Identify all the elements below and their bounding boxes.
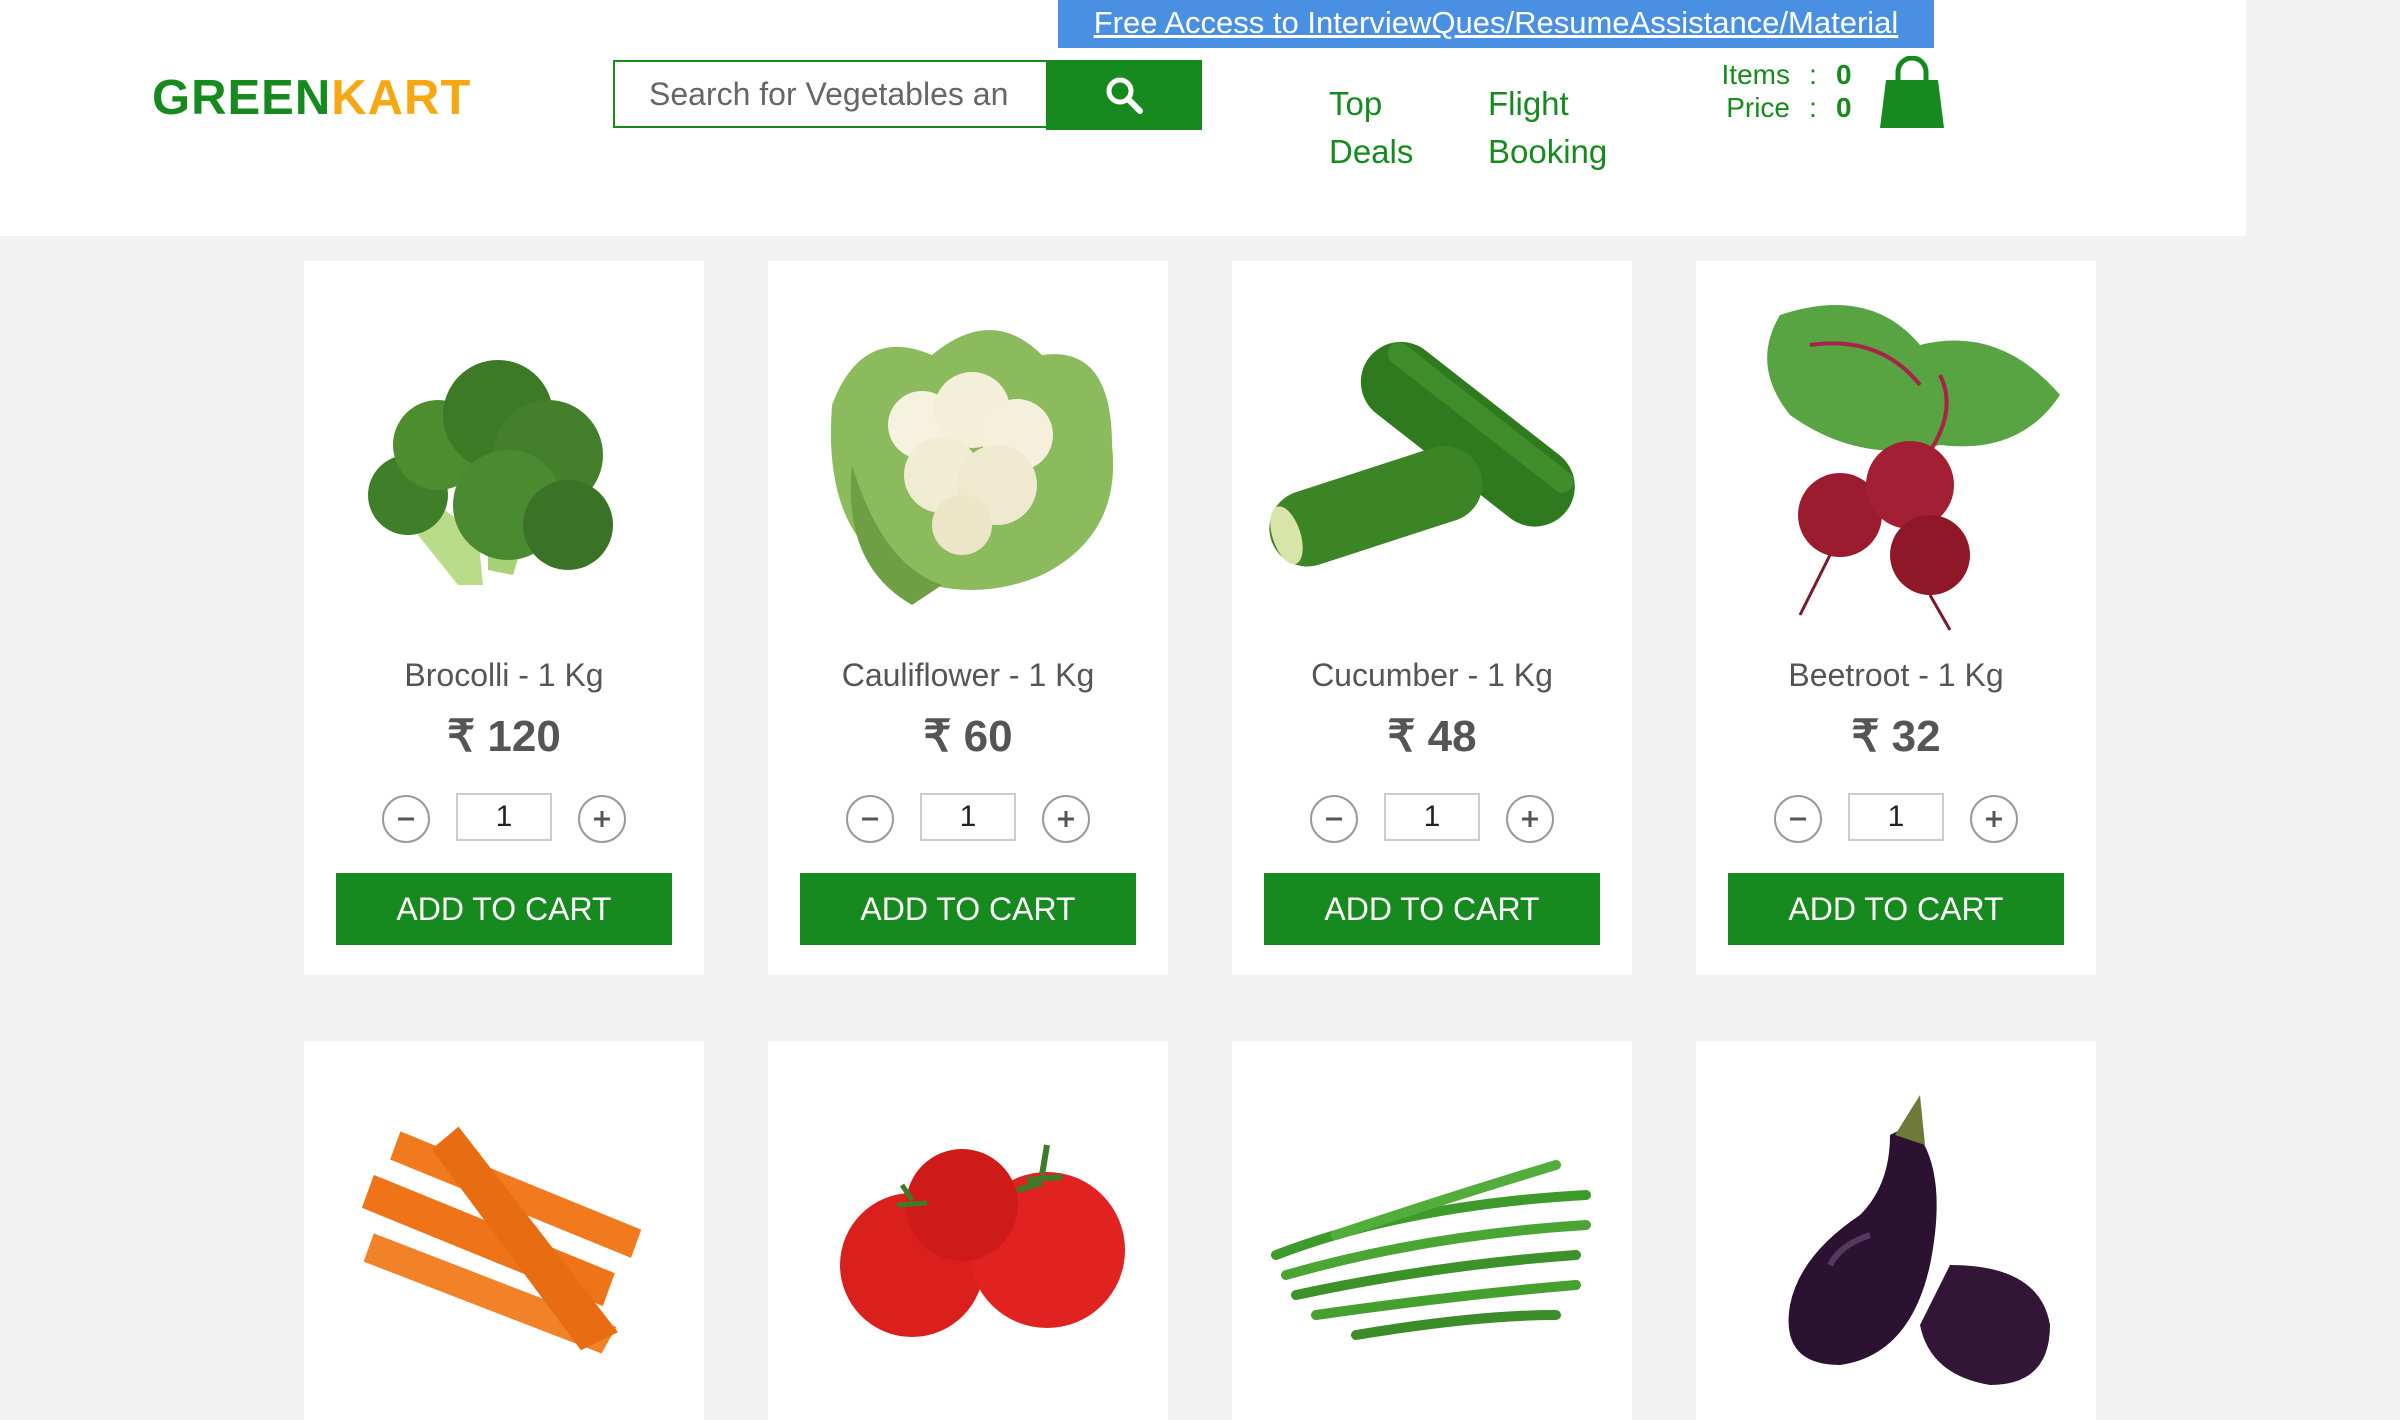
product-card: Cucumber - 1 Kg ₹ 48 1 ADD TO CART xyxy=(1232,261,1632,975)
product-card: Cauliflower - 1 Kg ₹ 60 1 ADD TO CART xyxy=(768,261,1168,975)
price-label: Price xyxy=(1726,92,1790,123)
increment-button[interactable] xyxy=(1506,795,1554,843)
quantity-stepper: 1 xyxy=(304,791,704,847)
carrot-image xyxy=(361,1126,642,1354)
decrement-button[interactable] xyxy=(1310,795,1358,843)
top-deals-link[interactable]: Top Deals xyxy=(1329,80,1413,176)
add-to-cart-button[interactable]: ADD TO CART xyxy=(1264,873,1600,945)
quantity-input[interactable]: 1 xyxy=(456,793,552,841)
product-name: Cauliflower - 1 Kg xyxy=(841,657,1095,693)
plus-icon xyxy=(1058,811,1074,827)
product-card xyxy=(1696,1041,2096,1420)
site-header: Free Access to InterviewQues/ResumeAssis… xyxy=(0,0,2246,236)
add-to-cart-button[interactable]: ADD TO CART xyxy=(1728,873,2064,945)
plus-icon xyxy=(594,811,610,827)
promo-link[interactable]: Free Access to InterviewQues/ResumeAssis… xyxy=(1058,0,1934,48)
plus-icon xyxy=(1522,811,1538,827)
search-icon xyxy=(1106,77,1143,114)
product-price: ₹ 120 xyxy=(447,712,561,761)
increment-button[interactable] xyxy=(1970,795,2018,843)
add-to-cart-button[interactable]: ADD TO CART xyxy=(800,873,1136,945)
quantity-input[interactable]: 1 xyxy=(1384,793,1480,841)
price-total: 0 xyxy=(1836,92,1852,123)
items-separator: : xyxy=(1809,59,1817,90)
decrement-button[interactable] xyxy=(846,795,894,843)
product-card xyxy=(1232,1041,1632,1420)
flight-booking-link[interactable]: Flight Booking xyxy=(1488,80,1607,176)
search-button[interactable] xyxy=(1046,60,1202,130)
top-deals-line2: Deals xyxy=(1329,133,1414,170)
cart-summary: Items : 0 Price : 0 xyxy=(1700,58,1852,124)
top-deals-line1: Top xyxy=(1329,85,1383,122)
search-input[interactable]: Search for Vegetables an xyxy=(613,60,1047,128)
greenkart-logo[interactable]: GREENKART xyxy=(152,70,471,126)
product-price: ₹ 32 xyxy=(1851,712,1941,761)
product-name: Beetroot - 1 Kg xyxy=(1788,657,2004,693)
items-label: Items xyxy=(1721,59,1790,90)
product-name: Brocolli - 1 Kg xyxy=(404,657,604,693)
flight-booking-line2: Booking xyxy=(1488,133,1608,170)
brinjal-image xyxy=(1788,1095,2050,1385)
decrement-button[interactable] xyxy=(1774,795,1822,843)
price-separator: : xyxy=(1809,92,1817,123)
logo-green-text: GREEN xyxy=(152,71,332,125)
cucumber-image xyxy=(1269,341,1575,567)
increment-button[interactable] xyxy=(1042,795,1090,843)
product-price: ₹ 60 xyxy=(923,712,1013,761)
product-price: ₹ 48 xyxy=(1387,712,1477,761)
decrement-button[interactable] xyxy=(382,795,430,843)
product-card: Beetroot - 1 Kg ₹ 32 1 ADD TO CART xyxy=(1696,261,2096,975)
minus-icon xyxy=(1326,817,1342,821)
minus-icon xyxy=(1790,817,1806,821)
shopping-bag-icon xyxy=(1880,55,1944,128)
minus-icon xyxy=(398,817,414,821)
logo-orange-text: KART xyxy=(331,71,472,125)
beetroot-image xyxy=(1767,305,2060,631)
quantity-stepper: 1 xyxy=(1232,791,1632,847)
product-name: Cucumber - 1 Kg xyxy=(1311,657,1553,693)
quantity-stepper: 1 xyxy=(1696,791,2096,847)
tomato-image xyxy=(840,1144,1125,1337)
minus-icon xyxy=(862,817,878,821)
cauliflower-image xyxy=(830,330,1114,605)
broccoli-image xyxy=(368,360,613,585)
quantity-input[interactable]: 1 xyxy=(920,793,1016,841)
flight-booking-line1: Flight xyxy=(1488,85,1569,122)
cart-button[interactable] xyxy=(1878,55,1946,130)
increment-button[interactable] xyxy=(578,795,626,843)
product-card xyxy=(304,1041,704,1420)
plus-icon xyxy=(1986,811,2002,827)
items-count: 0 xyxy=(1836,59,1852,90)
product-card xyxy=(768,1041,1168,1420)
quantity-stepper: 1 xyxy=(768,791,1168,847)
green-beans-image xyxy=(1271,1160,1591,1340)
quantity-input[interactable]: 1 xyxy=(1848,793,1944,841)
add-to-cart-button[interactable]: ADD TO CART xyxy=(336,873,672,945)
product-card: Brocolli - 1 Kg ₹ 120 1 ADD TO CART xyxy=(304,261,704,975)
